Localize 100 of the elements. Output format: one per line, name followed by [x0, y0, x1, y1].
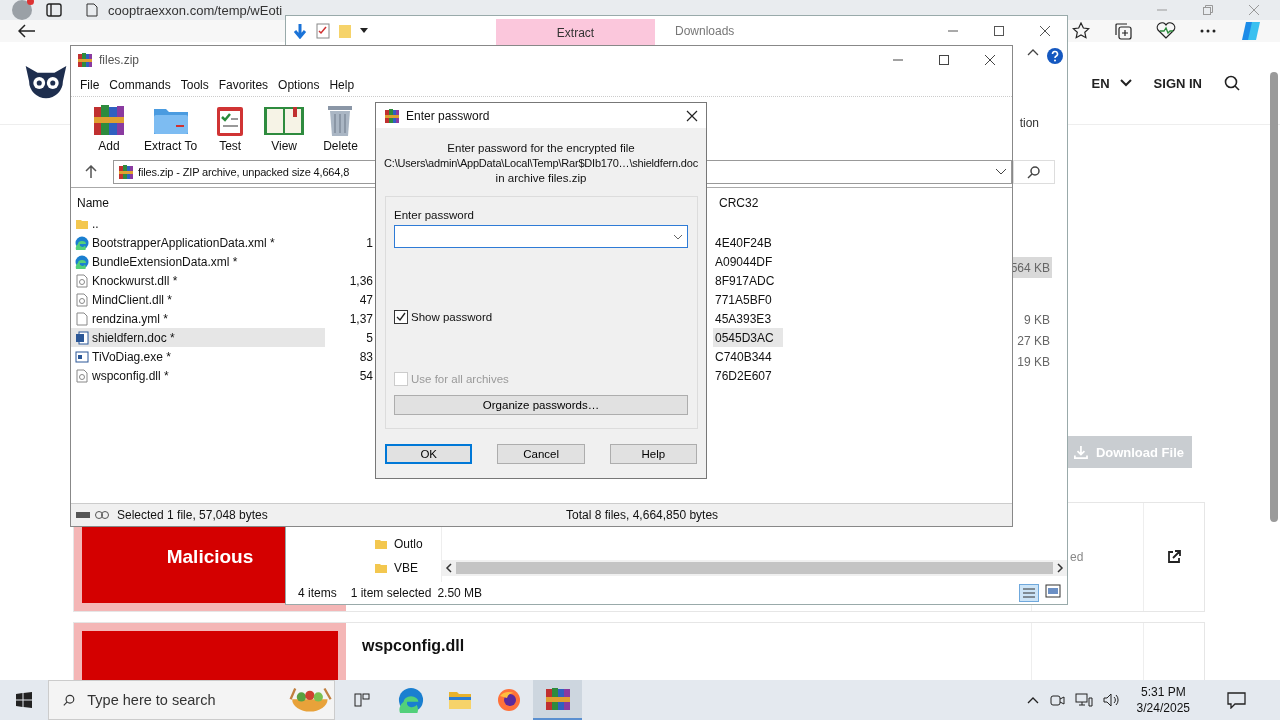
- file-size: 1,37: [349, 311, 373, 326]
- arrow-down-icon[interactable]: [292, 23, 308, 39]
- dialog-button[interactable]: OK: [385, 444, 473, 464]
- close-icon[interactable]: [686, 109, 698, 122]
- menu-item[interactable]: File: [75, 78, 105, 92]
- column-header[interactable]: CRC32: [713, 196, 783, 210]
- books-icon[interactable]: [544, 687, 571, 711]
- ribbon-tab[interactable]: Extract: [496, 19, 655, 46]
- checkbox-label: Use for all archives: [411, 373, 509, 385]
- folder-name[interactable]: VBE: [394, 561, 418, 575]
- search-icon: [63, 692, 76, 708]
- maximize-icon[interactable]: [938, 54, 950, 66]
- menu-item[interactable]: Commands: [104, 78, 176, 92]
- column-header[interactable]: Name: [71, 196, 325, 210]
- status-text: Selected 1 file, 57,048 bytes: [117, 508, 268, 522]
- volume-icon[interactable]: [1102, 692, 1121, 708]
- menu-item[interactable]: Help: [324, 78, 360, 92]
- toolbar-button[interactable]: Delete: [316, 101, 365, 157]
- file-name[interactable]: rendzina.yml *: [92, 311, 169, 326]
- toolbar-button[interactable]: Add: [85, 103, 133, 157]
- dropdown-icon[interactable]: [360, 28, 368, 34]
- meeting-icon[interactable]: [1048, 692, 1065, 708]
- dialog-button[interactable]: Help: [609, 444, 697, 464]
- chevron-down-icon[interactable]: [995, 168, 1007, 176]
- status-text: Total 8 files, 4,664,850 bytes: [566, 508, 720, 522]
- horizontal-scrollbar[interactable]: [442, 560, 1067, 576]
- back-arrow-icon[interactable]: [18, 24, 36, 38]
- help-icon[interactable]: [1047, 48, 1063, 64]
- menu-item[interactable]: Tools: [175, 78, 214, 92]
- close-icon[interactable]: [984, 54, 996, 66]
- search-field[interactable]: [1013, 160, 1055, 184]
- window-title: files.zip: [99, 53, 139, 67]
- crc-value: 8F917ADC: [715, 273, 775, 288]
- crc-value: 76D2E607: [715, 368, 772, 383]
- chevron-down-icon[interactable]: [673, 233, 683, 240]
- profile-avatar[interactable]: [12, 0, 32, 20]
- network-icon[interactable]: [1074, 692, 1093, 708]
- gear-file-icon: [75, 273, 89, 288]
- maximize-icon[interactable]: [993, 25, 1005, 37]
- file-name[interactable]: wspconfig.dll *: [92, 368, 169, 383]
- up-arrow-icon[interactable]: [85, 165, 97, 179]
- menu-item[interactable]: Favorites: [213, 78, 274, 92]
- search-icon[interactable]: [1224, 75, 1240, 91]
- external-link-icon[interactable]: [1167, 550, 1181, 564]
- organize-button[interactable]: Organize passwords…: [394, 395, 688, 415]
- search-input[interactable]: Type here to search: [85, 691, 277, 709]
- window-title: Downloads: [675, 24, 735, 38]
- file-name[interactable]: BundleExtensionData.xml *: [92, 254, 238, 269]
- dialog-title: Enter password: [406, 108, 490, 123]
- crc-value: C740B344: [715, 349, 772, 364]
- preview-view-icon[interactable]: [1045, 584, 1061, 598]
- toolbar-button[interactable]: View: [256, 103, 313, 157]
- file-name: wspconfig.dll: [362, 637, 465, 654]
- folder-icon: [374, 537, 388, 551]
- language-selector[interactable]: EN: [1091, 75, 1132, 91]
- tab-actions-icon[interactable]: [46, 3, 62, 17]
- sign-in-link[interactable]: SIGN IN: [1153, 75, 1202, 91]
- folder-icon[interactable]: [447, 689, 472, 711]
- file-name[interactable]: BootstrapperApplicationData.xml *: [92, 235, 275, 250]
- menu-item[interactable]: Options: [273, 78, 325, 92]
- file-name[interactable]: Knockwurst.dll *: [92, 273, 178, 288]
- message-text: C:\Users\admin\AppData\Local\Temp\Rar$DIb170…\shieldfern.doc: [384, 156, 698, 171]
- checkbox[interactable]: [394, 310, 408, 324]
- collections-icon[interactable]: [1114, 22, 1132, 40]
- folder-name[interactable]: Outlo: [394, 537, 423, 551]
- clock-date[interactable]: 3/24/2025: [1136, 700, 1190, 716]
- star-icon[interactable]: [1072, 22, 1090, 40]
- file-name[interactable]: ..: [92, 216, 99, 231]
- checklist-icon[interactable]: [316, 23, 330, 39]
- message-text: Enter password for the encrypted file: [447, 141, 635, 156]
- close-icon[interactable]: [1039, 25, 1051, 37]
- download-icon: [1074, 444, 1088, 460]
- edge-icon[interactable]: [397, 687, 424, 713]
- chevron-up-icon[interactable]: [1027, 48, 1039, 56]
- search-icon: [1027, 165, 1041, 179]
- windows-start-icon[interactable]: [16, 692, 32, 708]
- scrollbar[interactable]: [1270, 72, 1278, 522]
- toolbar-button[interactable]: Extract To: [137, 103, 205, 157]
- toolbar-button[interactable]: Test: [208, 103, 253, 157]
- chevron-up-icon[interactable]: [1026, 696, 1039, 704]
- password-field[interactable]: [394, 225, 688, 248]
- dialog-button[interactable]: Cancel: [497, 444, 585, 464]
- firefox-icon[interactable]: [496, 688, 521, 712]
- file-size: 9 KB: [1023, 311, 1051, 329]
- browser-tab[interactable]: cooptraexxon.com/temp/wEoti: [76, 2, 293, 18]
- selection-info: 1 item selected: [350, 586, 432, 600]
- document-icon: [75, 330, 89, 345]
- more-icon[interactable]: [1200, 29, 1216, 33]
- heart-pulse-icon[interactable]: [1156, 22, 1176, 40]
- file-size: 5: [366, 330, 373, 345]
- clock-time[interactable]: 5:31 PM: [1140, 684, 1186, 700]
- search-field[interactable]: Type here to search: [48, 680, 335, 720]
- copilot-icon[interactable]: [1240, 20, 1262, 42]
- task-view-icon[interactable]: [351, 690, 372, 710]
- page-icon: [86, 3, 98, 17]
- file-name[interactable]: TiVoDiag.exe *: [92, 349, 171, 364]
- crc-value: A09044DF: [715, 254, 773, 269]
- details-view-icon[interactable]: [1019, 584, 1039, 602]
- file-name[interactable]: MindClient.dll *: [92, 292, 173, 307]
- folder-icon: [374, 561, 388, 575]
